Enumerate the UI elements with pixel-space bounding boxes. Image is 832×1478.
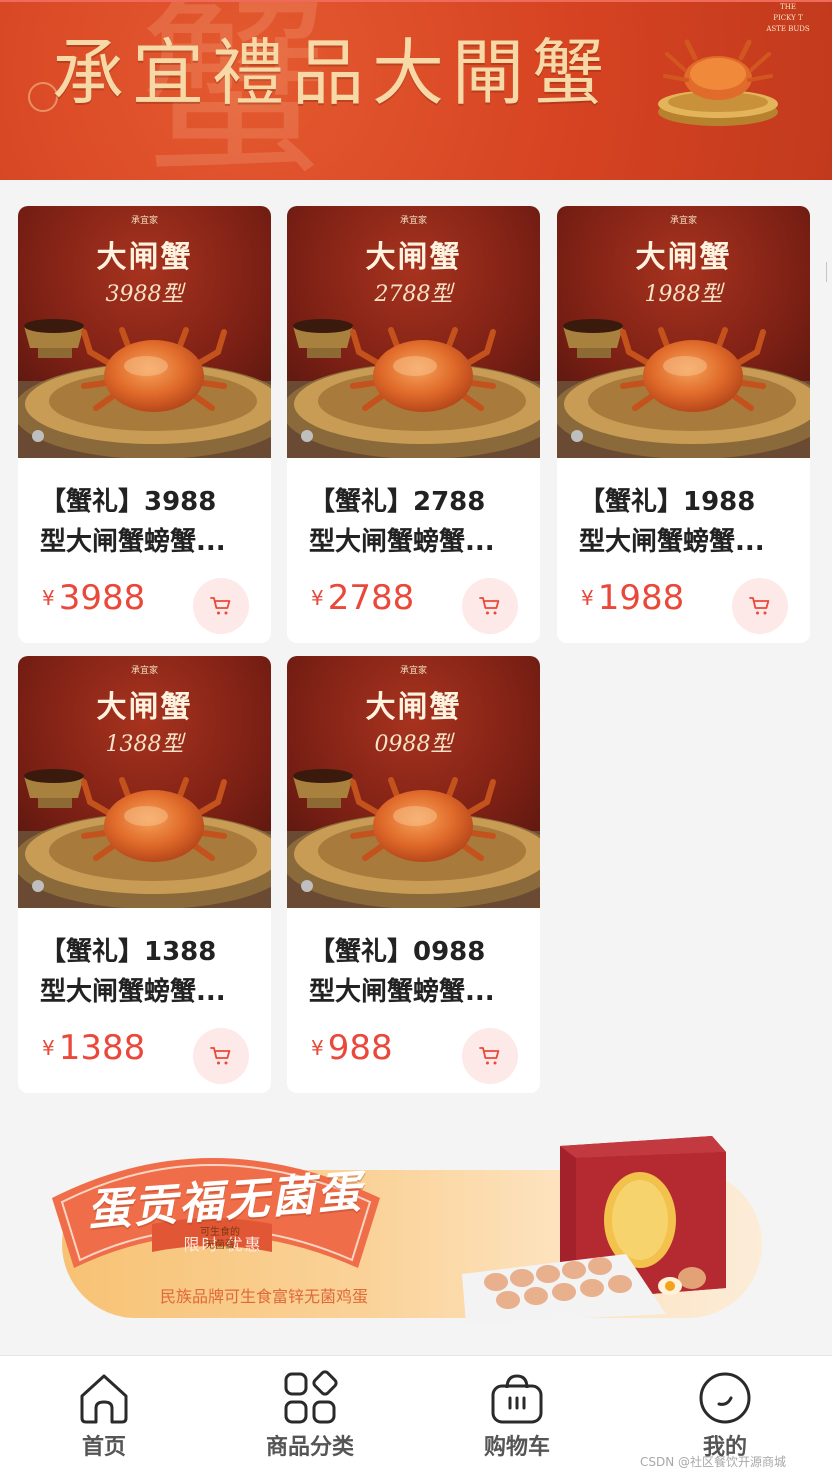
product-name[interactable]: 【蟹礼】1388 型大闸蟹螃蟹... [40,932,252,1016]
product-name-line2: 型大闸蟹螃蟹... [579,527,765,557]
currency-symbol: ¥ [42,1036,55,1060]
cart-icon [749,597,770,615]
product-image-title: 大闸蟹 [365,240,462,275]
product-name-line1: 【蟹礼】3988 [40,487,217,517]
product-card[interactable]: 承宜家 大闸蟹 1388型 【蟹礼】1388 型大闸蟹螃蟹... ¥1388 [18,656,271,1093]
egg-box-illustration [456,1128,736,1324]
product-image-title: 大闸蟹 [365,690,462,725]
add-to-cart-button[interactable] [732,578,788,634]
product-image-brand: 承宜家 [399,666,427,676]
top-banner[interactable]: 蟹 承宜禮品大閘蟹 THE PICKY T ASTE BUDS [0,0,832,180]
price-value: 988 [327,1028,393,1068]
product-name[interactable]: 【蟹礼】2788 型大闸蟹螃蟹... [309,482,521,566]
product-image-model: 1388型 [105,732,184,757]
promo-subtitle: 民族品牌可生食富锌无菌鸡蛋 [160,1287,369,1306]
product-name-line2: 型大闸蟹螃蟹... [40,977,226,1007]
home-icon [74,1368,134,1428]
profile-smile-icon [695,1368,755,1428]
product-image-title: 大闸蟹 [635,240,732,275]
product-name-line1: 【蟹礼】1988 [579,487,756,517]
price-value: 3988 [58,578,146,618]
nav-item-home[interactable]: 首页 [24,1356,184,1478]
product-name-line2: 型大闸蟹螃蟹... [309,527,495,557]
product-image[interactable]: 承宜家 大闸蟹 1388型 [18,656,271,908]
nav-label-home: 首页 [81,1435,126,1460]
product-name-line1: 【蟹礼】1388 [40,937,217,967]
promo-banner[interactable]: 蛋贡福无菌蛋 限时 优惠 民族品牌可生食富锌无菌鸡蛋 可生食的 无菌蛋 [40,1128,770,1326]
product-image-model: 0988型 [374,732,453,757]
product-price: ¥2788 [311,576,414,620]
product-card[interactable]: 承宜家 大闸蟹 2788型 【蟹礼】2788 型大闸蟹螃蟹... ¥2788 [287,206,540,643]
cart-icon [210,597,231,615]
product-name-line1: 【蟹礼】0988 [309,937,486,967]
product-card[interactable]: 承宜家 大闸蟹 1988型 【蟹礼】1988 型大闸蟹螃蟹... ¥1988 [557,206,810,643]
shopping-basket-icon [487,1368,547,1428]
watermark-text: CSDN @社区餐饮开源商城 [640,1455,787,1469]
cart-icon [479,597,500,615]
product-image-brand: 承宜家 [399,216,427,226]
currency-symbol: ¥ [311,1036,324,1060]
product-price: ¥988 [311,1026,393,1070]
product-image[interactable]: 承宜家 大闸蟹 0988型 [287,656,540,908]
product-name[interactable]: 【蟹礼】0988 型大闸蟹螃蟹... [309,932,521,1016]
category-grid-icon [280,1368,340,1428]
product-card[interactable]: 承宜家 大闸蟹 3988型 【蟹礼】3988 型大闸蟹螃蟹... ¥3988 [18,206,271,643]
price-value: 2788 [327,578,415,618]
price-value: 1988 [597,578,685,618]
product-image-brand: 承宜家 [130,666,158,676]
top-accent-line [0,0,832,2]
product-card[interactable]: 承宜家 大闸蟹 0988型 【蟹礼】0988 型大闸蟹螃蟹... ¥988 [287,656,540,1093]
product-price: ¥1388 [42,1026,145,1070]
product-price: ¥3988 [42,576,145,620]
add-to-cart-button[interactable] [193,578,249,634]
egg-box-text: 可生食的 无菌蛋 [200,1227,240,1251]
nav-item-category[interactable]: 商品分类 [230,1356,390,1478]
nav-label-category: 商品分类 [265,1435,354,1460]
product-image[interactable]: 承宜家 大闸蟹 2788型 [287,206,540,458]
product-name-line2: 型大闸蟹螃蟹... [309,977,495,1007]
product-image-title: 大闸蟹 [96,690,193,725]
cart-icon [479,1047,500,1065]
product-image-title: 大闸蟹 [96,240,193,275]
product-image[interactable]: 承宜家 大闸蟹 1988型 [557,206,810,458]
product-image-brand: 承宜家 [130,216,158,226]
mall-home-screen: 蟹 承宜禮品大閘蟹 THE PICKY T ASTE BUDS 承宜家 大闸蟹 … [0,0,832,1478]
nav-label-cart: 购物车 [483,1435,550,1460]
price-value: 1388 [58,1028,146,1068]
product-price: ¥1988 [581,576,684,620]
add-to-cart-button[interactable] [462,1028,518,1084]
product-name[interactable]: 【蟹礼】3988 型大闸蟹螃蟹... [40,482,252,566]
product-image-brand: 承宜家 [669,216,697,226]
crab-plate-illustration [655,30,781,130]
nav-item-cart[interactable]: 购物车 [437,1356,597,1478]
product-image-model: 3988型 [105,282,184,307]
currency-symbol: ¥ [42,586,55,610]
scrollbar-edge [826,262,832,282]
currency-symbol: ¥ [581,586,594,610]
product-name[interactable]: 【蟹礼】1988 型大闸蟹螃蟹... [579,482,791,566]
product-image-model: 1988型 [644,282,723,307]
banner-title: 承宜禮品大閘蟹 [52,31,613,115]
product-name-line2: 型大闸蟹螃蟹... [40,527,226,557]
add-to-cart-button[interactable] [193,1028,249,1084]
cart-icon [210,1047,231,1065]
product-image[interactable]: 承宜家 大闸蟹 3988型 [18,206,271,458]
add-to-cart-button[interactable] [462,578,518,634]
product-image-model: 2788型 [374,282,453,307]
product-name-line1: 【蟹礼】2788 [309,487,486,517]
currency-symbol: ¥ [311,586,324,610]
